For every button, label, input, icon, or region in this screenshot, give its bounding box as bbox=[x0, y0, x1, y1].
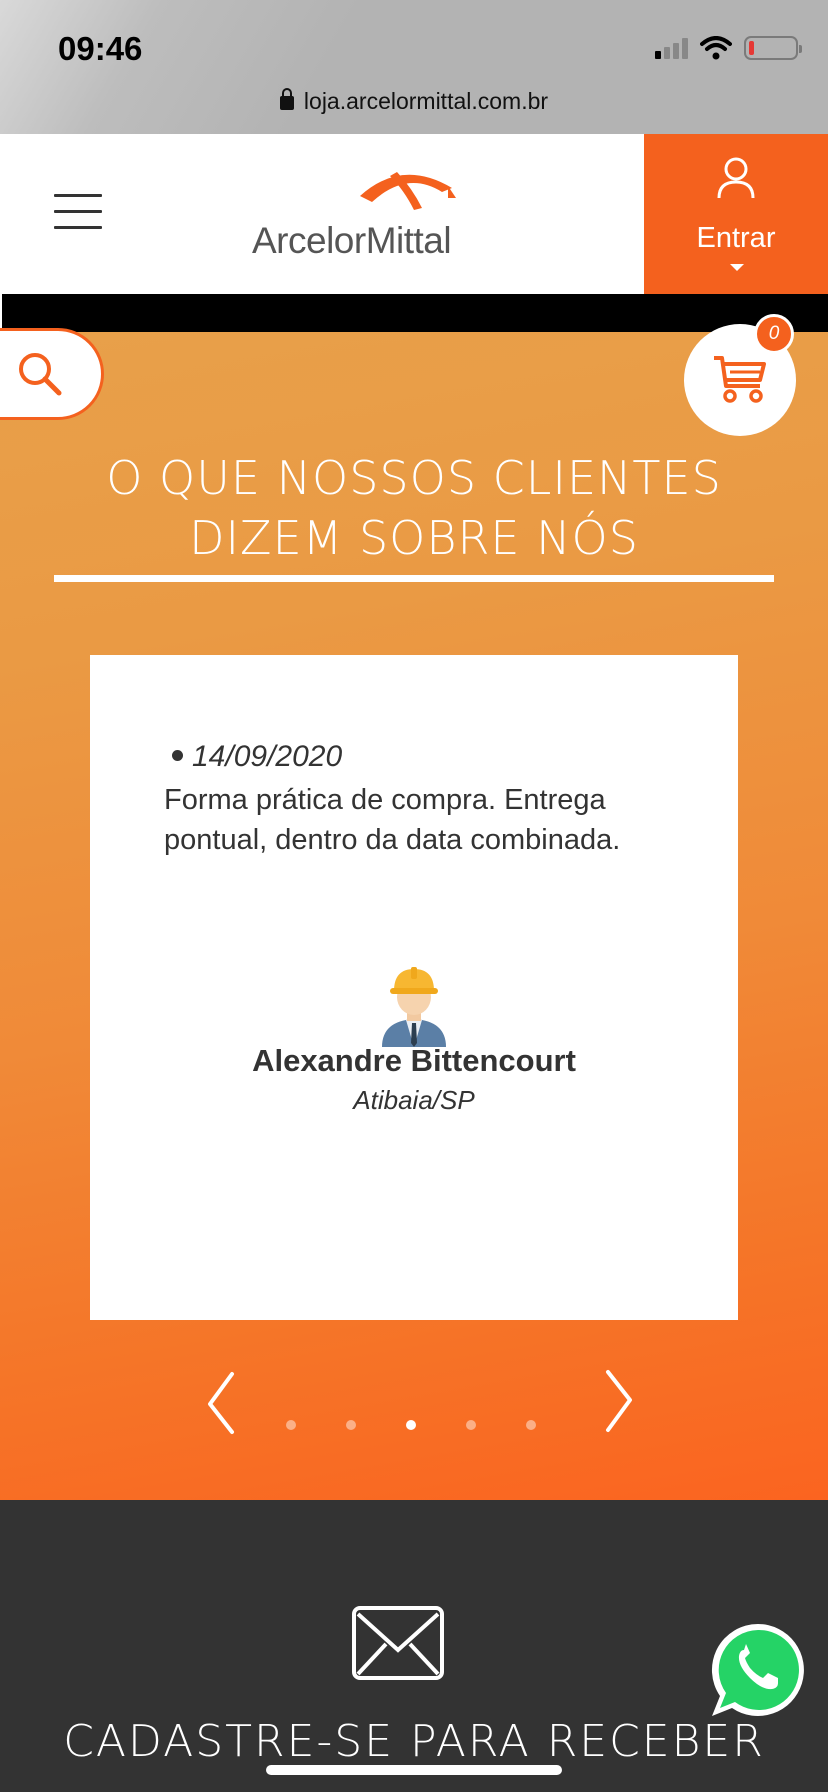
mail-icon bbox=[352, 1606, 444, 1680]
bullet-icon bbox=[172, 750, 183, 761]
review-location: Atibaia/SP bbox=[353, 1085, 475, 1115]
review-date-text: 14/09/2020 bbox=[192, 740, 343, 773]
battery-icon bbox=[744, 36, 802, 60]
chevron-left-icon[interactable] bbox=[202, 1370, 242, 1436]
login-button[interactable]: Entrar bbox=[644, 134, 828, 294]
carousel-dot[interactable] bbox=[526, 1420, 536, 1430]
menu-icon[interactable] bbox=[54, 194, 102, 230]
lock-icon bbox=[279, 88, 294, 110]
wifi-icon bbox=[700, 36, 732, 60]
review-text: Forma prática de compra. Entrega pontual… bbox=[164, 784, 621, 856]
search-button[interactable] bbox=[0, 328, 104, 420]
carousel-pagination bbox=[286, 1420, 536, 1430]
home-indicator bbox=[266, 1765, 562, 1775]
whatsapp-icon[interactable] bbox=[708, 1620, 808, 1720]
section-title-line1: O QUE NOSSOS CLIENTES bbox=[106, 451, 722, 505]
site-header: ArcelorMittal Entrar bbox=[0, 134, 828, 294]
carousel-dot[interactable] bbox=[346, 1420, 356, 1430]
status-bar: 09:46 loja.arcelormittal.com.br bbox=[0, 0, 828, 134]
status-time: 09:46 bbox=[58, 30, 143, 67]
review-date: 14/09/2020 bbox=[172, 740, 342, 774]
brand-logo[interactable]: ArcelorMittal bbox=[252, 158, 492, 268]
worker-avatar-icon bbox=[382, 967, 446, 1047]
cart-icon bbox=[714, 356, 766, 403]
login-label: Entrar bbox=[696, 222, 776, 254]
url-bar[interactable]: loja.arcelormittal.com.br bbox=[0, 88, 828, 115]
carousel-dot[interactable] bbox=[466, 1420, 476, 1430]
user-icon bbox=[717, 157, 755, 199]
review-author: Alexandre Bittencourt bbox=[252, 1043, 576, 1078]
search-icon bbox=[19, 353, 62, 396]
section-title-line2: DIZEM SOBRE NÓS bbox=[189, 511, 639, 565]
header-divider-bar bbox=[2, 294, 828, 332]
caret-down-icon bbox=[730, 264, 744, 271]
chevron-right-icon[interactable] bbox=[598, 1368, 638, 1434]
status-icons bbox=[655, 36, 802, 60]
logo-arc-icon bbox=[360, 172, 456, 210]
logo-text: ArcelorMittal bbox=[252, 220, 452, 261]
section-title: O QUE NOSSOS CLIENTES DIZEM SOBRE NÓS bbox=[0, 448, 828, 568]
newsletter-title: CADASTRE-SE PARA RECEBER bbox=[63, 1716, 765, 1767]
cart-count-badge: 0 bbox=[754, 314, 794, 354]
title-underline bbox=[54, 575, 774, 582]
testimonial-card: 14/09/2020 Forma prática de compra. Entr… bbox=[90, 655, 738, 1320]
url-text: loja.arcelormittal.com.br bbox=[303, 88, 549, 114]
carousel-dot[interactable] bbox=[406, 1420, 416, 1430]
carousel-dot[interactable] bbox=[286, 1420, 296, 1430]
cellular-signal-icon bbox=[655, 37, 688, 59]
newsletter-section: CADASTRE-SE PARA RECEBER bbox=[0, 1500, 828, 1792]
